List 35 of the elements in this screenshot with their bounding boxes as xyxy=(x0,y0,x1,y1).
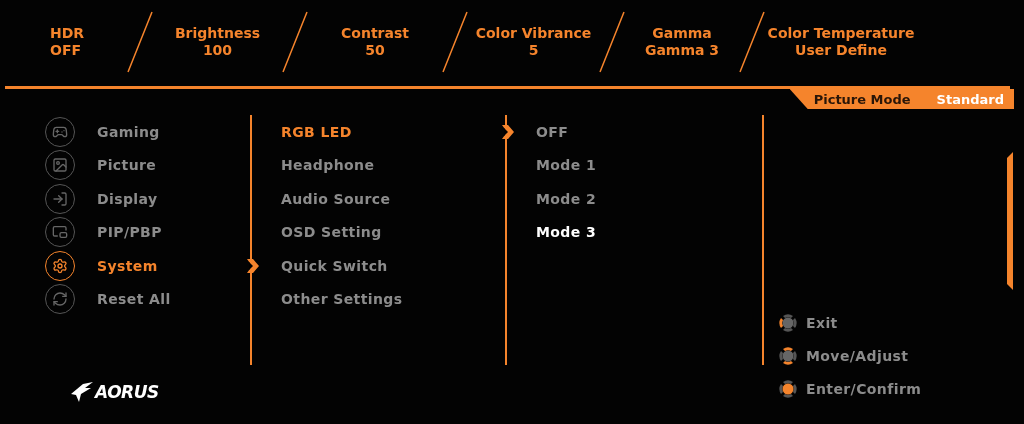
option-item[interactable]: Mode 1 xyxy=(536,157,597,174)
brand-logo: AORUS xyxy=(95,382,159,402)
submenu-item[interactable]: Headphone xyxy=(281,157,375,174)
menu-item[interactable]: System xyxy=(97,257,158,274)
hint-label: Move/Adjust xyxy=(806,347,909,364)
picture-mode-label: Picture Mode xyxy=(813,91,911,107)
setting-label: Gamma xyxy=(652,25,712,42)
option-item[interactable]: Mode 3 xyxy=(536,224,597,241)
submenu-item[interactable]: RGB LED xyxy=(281,123,352,140)
eagle-logo-icon xyxy=(69,382,95,402)
setting-value: 100 xyxy=(202,42,233,59)
setting-label: Brightness xyxy=(174,25,261,42)
setting-label: Contrast xyxy=(341,25,409,42)
setting-value: Gamma 3 xyxy=(644,42,720,59)
submenu-item[interactable]: OSD Setting xyxy=(281,224,382,241)
setting-value: 5 xyxy=(528,42,539,59)
setting-label: Color Vibrance xyxy=(475,25,592,42)
setting-value: 50 xyxy=(365,42,385,59)
menu-item[interactable]: Reset All xyxy=(97,291,171,308)
submenu-item[interactable]: Audio Source xyxy=(281,190,391,207)
setting-value: User Define xyxy=(795,42,887,59)
picture-mode-value: Standard xyxy=(936,91,1004,107)
option-item[interactable]: Mode 2 xyxy=(536,190,597,207)
setting-label: Color Temperature xyxy=(767,25,915,42)
submenu-item[interactable]: Quick Switch xyxy=(281,257,388,274)
menu-item[interactable]: PIP/PBP xyxy=(97,224,162,241)
submenu-item[interactable]: Other Settings xyxy=(281,291,403,308)
hint-label: Enter/Confirm xyxy=(806,380,922,397)
menu-item[interactable]: Display xyxy=(97,190,158,207)
setting-label: HDR xyxy=(50,25,85,42)
hint-label: Exit xyxy=(806,314,838,331)
option-item[interactable]: OFF xyxy=(536,123,569,140)
menu-item[interactable]: Picture xyxy=(97,157,157,174)
setting-value: OFF xyxy=(50,42,82,59)
menu-item[interactable]: Gaming xyxy=(97,123,160,140)
